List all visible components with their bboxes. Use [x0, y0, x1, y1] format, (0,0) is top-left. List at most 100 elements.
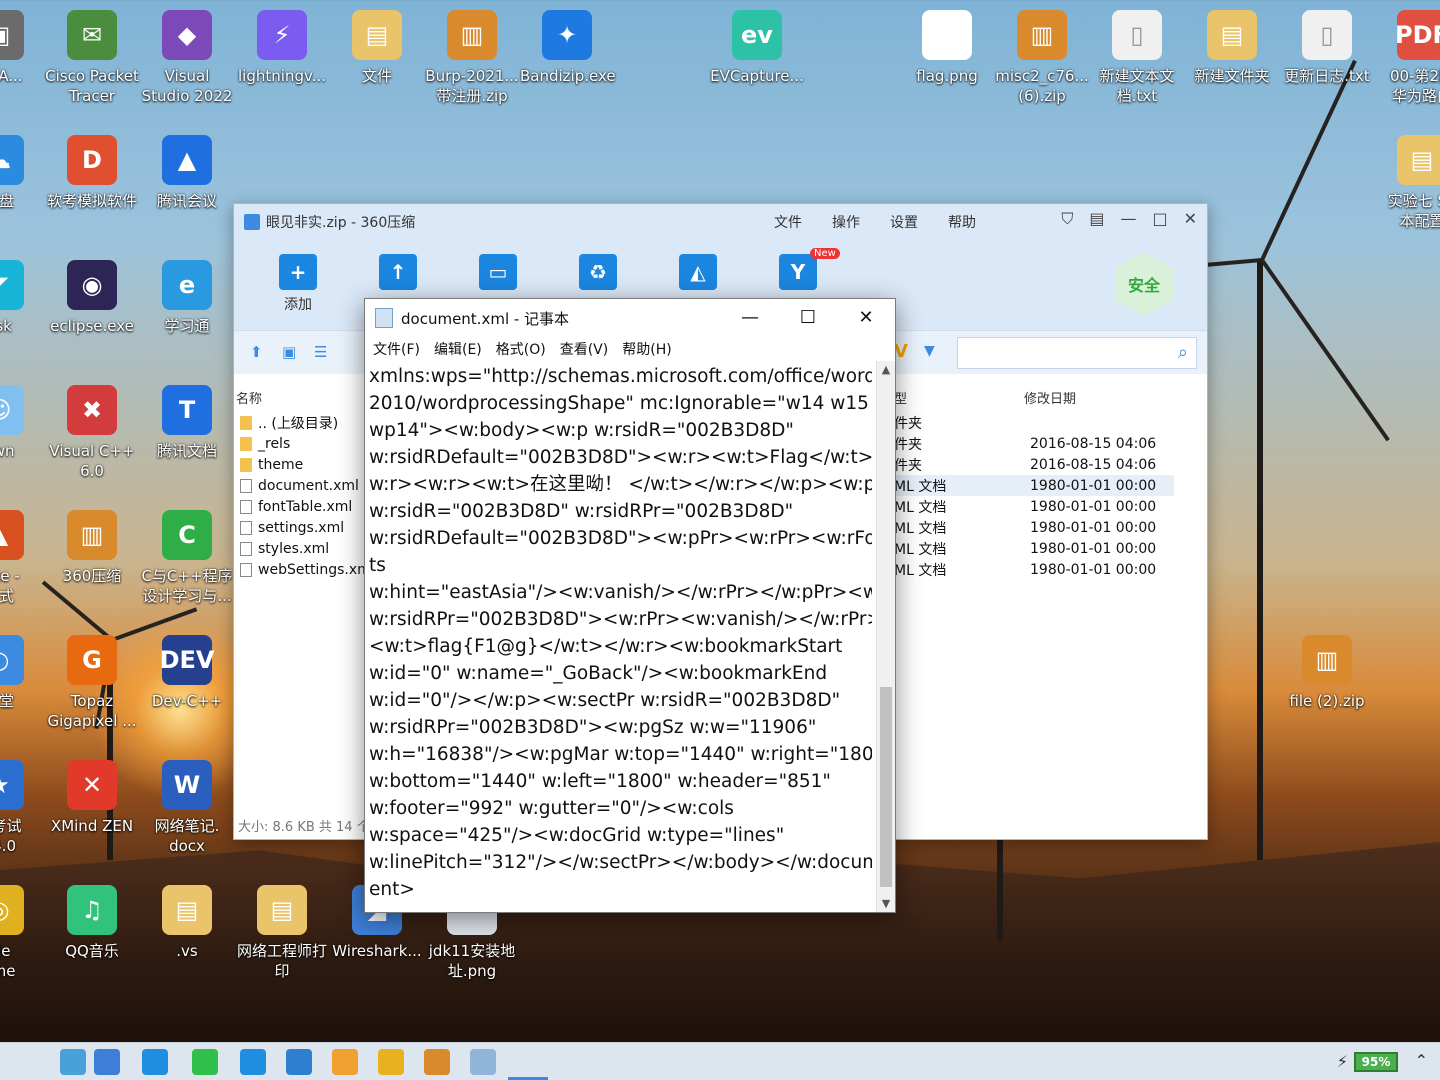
- taskbar-app-icon[interactable]: [94, 1049, 120, 1075]
- notepad-window[interactable]: document.xml - 记事本 — ☐ ✕ 文件(F) 编辑(E) 格式(…: [364, 298, 896, 913]
- desktop-icon[interactable]: ▲ .exe - 方式: [0, 510, 46, 606]
- desktop-icon[interactable]: ev EVCapture...: [710, 10, 804, 86]
- scroll-up-icon[interactable]: ▲: [877, 363, 895, 376]
- desktop-icon[interactable]: ☁ 网盘: [0, 135, 46, 211]
- menu-edit[interactable]: 编辑(E): [434, 339, 482, 359]
- security-shield-icon[interactable]: 安全: [1115, 252, 1173, 316]
- desktop-icon[interactable]: PDF 00-第2阶 华为路由: [1375, 10, 1440, 106]
- minimize-button[interactable]: —: [721, 305, 779, 331]
- thumbnail-view-icon[interactable]: ▣: [282, 343, 300, 361]
- desktop-icon[interactable]: C C与C++程序 设计学习与...: [140, 510, 234, 606]
- zip-menu-settings[interactable]: 设置: [890, 212, 918, 232]
- menu-help[interactable]: 帮助(H): [622, 339, 671, 359]
- taskbar-app-icon[interactable]: [192, 1049, 218, 1075]
- desktop-icon[interactable]: ◐ 果堂: [0, 635, 46, 711]
- desktop-icon[interactable]: e 学习通: [140, 260, 234, 336]
- file-detail-row[interactable]: 件夹 2016-08-15 04:06: [894, 454, 1174, 475]
- close-button[interactable]: ✕: [837, 305, 895, 331]
- desktop-icon[interactable]: ▲ 腾讯会议: [140, 135, 234, 211]
- menu-format[interactable]: 格式(O): [496, 339, 546, 359]
- desktop-icon[interactable]: ★ 育考试 V4.0: [0, 760, 46, 856]
- file-row[interactable]: _rels: [234, 433, 364, 454]
- file-detail-row[interactable]: 件夹 2016-08-15 04:06: [894, 433, 1174, 454]
- desktop-icon[interactable]: DEV Dev-C++: [140, 635, 234, 711]
- desktop-icon[interactable]: ▤ 文件: [330, 10, 424, 86]
- column-date[interactable]: 修改日期: [1024, 388, 1076, 407]
- desktop-icon[interactable]: ⚡ lightningv...: [235, 10, 329, 86]
- desktop-icon[interactable]: D 软考模拟软件: [45, 135, 139, 211]
- taskbar-app-icon[interactable]: [286, 1049, 312, 1075]
- toolbar-button[interactable]: ▭: [468, 254, 528, 294]
- path-caret-icon[interactable]: V: [894, 341, 908, 362]
- desktop-icon[interactable]: ▣ pleA...: [0, 10, 46, 86]
- desktop-icon[interactable]: ◎ gle ome: [0, 885, 46, 981]
- search-icon[interactable]: ⌕: [1178, 342, 1188, 363]
- battery-indicator[interactable]: 95%: [1354, 1052, 1398, 1072]
- desktop-icon[interactable]: ▯ 更新日志.txt: [1280, 10, 1374, 86]
- taskbar-app-icon[interactable]: [378, 1049, 404, 1075]
- desktop-icon[interactable]: W 网络笔记. docx: [140, 760, 234, 856]
- file-detail-row[interactable]: ML 文档 1980-01-01 00:00: [894, 538, 1174, 559]
- chevron-down-icon[interactable]: ▼: [924, 343, 935, 359]
- file-detail-row[interactable]: ML 文档 1980-01-01 00:00: [894, 475, 1174, 496]
- file-detail-row[interactable]: ML 文档 1980-01-01 00:00: [894, 517, 1174, 538]
- close-button[interactable]: ✕: [1184, 209, 1197, 229]
- taskbar-app-icon[interactable]: [424, 1049, 450, 1075]
- taskbar-app-icon[interactable]: [60, 1049, 86, 1075]
- desktop-icon[interactable]: ▥ Burp-2021... 带注册.zip: [425, 10, 519, 106]
- toolbar-button[interactable]: ↑: [368, 254, 428, 294]
- file-row[interactable]: document.xml: [234, 475, 364, 496]
- zip-menu-file[interactable]: 文件: [774, 212, 802, 232]
- desktop-icon[interactable]: ☺ own: [0, 385, 46, 461]
- desktop-icon[interactable]: T 腾讯文档: [140, 385, 234, 461]
- file-row[interactable]: .. (上级目录): [234, 412, 364, 433]
- scroll-thumb[interactable]: [880, 687, 892, 887]
- zip-search-input[interactable]: ⌕: [957, 337, 1197, 369]
- zip-menu-operate[interactable]: 操作: [832, 212, 860, 232]
- zip-menu-help[interactable]: 帮助: [948, 212, 976, 232]
- power-plug-icon[interactable]: ⚡: [1337, 1052, 1348, 1071]
- desktop-icon[interactable]: G Topaz Gigapixel ...: [45, 635, 139, 731]
- file-detail-row[interactable]: 件夹: [894, 412, 1174, 433]
- desktop-icon[interactable]: ▯ 新建文本文 档.txt: [1090, 10, 1184, 106]
- file-row[interactable]: settings.xml: [234, 517, 364, 538]
- desktop-icon[interactable]: ◆ Visual Studio 2022: [140, 10, 234, 106]
- column-name[interactable]: 名称: [236, 388, 262, 407]
- desktop-icon[interactable]: flag.png: [900, 10, 994, 86]
- desktop-icon[interactable]: ✖ Visual C++ 6.0: [45, 385, 139, 481]
- taskbar-app-icon[interactable]: [332, 1049, 358, 1075]
- desktop-icon[interactable]: ▥ 360压缩: [45, 510, 139, 586]
- list-view-icon[interactable]: ☰: [314, 343, 332, 361]
- maximize-button[interactable]: ☐: [779, 305, 837, 331]
- up-arrow-icon[interactable]: ⬆: [250, 343, 268, 361]
- file-row[interactable]: webSettings.xml: [234, 559, 375, 580]
- desktop-icon[interactable]: ◤ esk: [0, 260, 46, 336]
- minimize-button[interactable]: —: [1120, 209, 1136, 229]
- menu-view[interactable]: 查看(V): [560, 339, 609, 359]
- toolbar-button[interactable]: + 添加: [268, 254, 328, 314]
- desktop-icon[interactable]: ▥ file (2).zip: [1280, 635, 1374, 711]
- desktop-icon[interactable]: ▤ 新建文件夹: [1185, 10, 1279, 86]
- desktop-icon[interactable]: ♫ QQ音乐: [45, 885, 139, 961]
- desktop-icon[interactable]: ▤ 实验七 ST 本配置: [1375, 135, 1440, 231]
- toolbar-button[interactable]: ◭: [668, 254, 728, 294]
- taskbar-app-icon[interactable]: [240, 1049, 266, 1075]
- taskbar-app-icon[interactable]: [470, 1049, 496, 1075]
- toolbar-button[interactable]: ♻: [568, 254, 628, 294]
- desktop-icon[interactable]: ✕ XMind ZEN: [45, 760, 139, 836]
- desktop-icon[interactable]: ▥ misc2_c76... (6).zip: [995, 10, 1089, 106]
- file-detail-row[interactable]: ML 文档 1980-01-01 00:00: [894, 496, 1174, 517]
- maximize-button[interactable]: □: [1152, 209, 1167, 229]
- file-detail-row[interactable]: ML 文档 1980-01-01 00:00: [894, 559, 1174, 580]
- feedback-icon[interactable]: ▤: [1089, 209, 1104, 229]
- file-row[interactable]: theme: [234, 454, 364, 475]
- skin-icon[interactable]: ⛉: [1061, 209, 1073, 229]
- file-row[interactable]: styles.xml: [234, 538, 364, 559]
- menu-file[interactable]: 文件(F): [373, 339, 420, 359]
- desktop-icon[interactable]: ◉ eclipse.exe: [45, 260, 139, 336]
- notepad-text-area[interactable]: xmlns:wps="http://schemas.microsoft.com/…: [365, 361, 876, 912]
- vertical-scrollbar[interactable]: ▲ ▼: [876, 361, 895, 912]
- desktop-icon[interactable]: ✉ Cisco Packet Tracer: [45, 10, 139, 106]
- desktop-icon[interactable]: ▤ .vs: [140, 885, 234, 961]
- taskbar-app-icon[interactable]: [142, 1049, 168, 1075]
